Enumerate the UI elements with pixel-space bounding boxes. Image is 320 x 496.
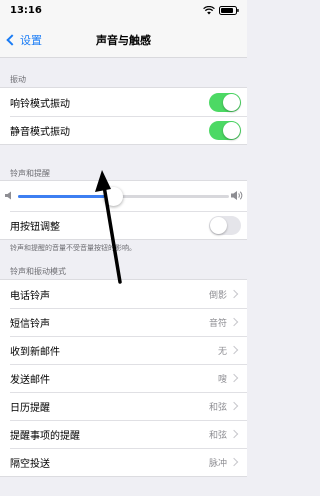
ring-vibrate-row: 响铃模式振动 xyxy=(0,88,247,116)
list-item-label: 短信铃声 xyxy=(10,318,50,330)
patterns-group: 电话铃声 倒影 短信铃声 音符 收到新邮件 无 发送邮件 嗖 日历提醒 和弦 提… xyxy=(0,279,247,477)
section-header-ringer: 铃声和提醒 xyxy=(10,169,50,178)
volume-high-icon xyxy=(231,191,243,200)
nav-bar: 设置 声音与触感 xyxy=(0,22,247,58)
vibration-group: 响铃模式振动 静音模式振动 xyxy=(0,87,247,145)
ringer-footnote: 铃声和提醒的音量不受音量按钮的影响。 xyxy=(10,244,136,252)
chevron-right-icon xyxy=(229,317,239,327)
silent-vibrate-row: 静音模式振动 xyxy=(0,116,247,144)
chevron-right-icon xyxy=(229,373,239,383)
volume-slider-fill xyxy=(18,195,113,198)
list-item-ringtone[interactable]: 电话铃声 倒影 xyxy=(0,280,247,308)
toggle-knob xyxy=(223,121,240,139)
list-item-value: 无 xyxy=(217,346,227,357)
list-item-value: 嗖 xyxy=(217,374,227,385)
chevron-right-icon xyxy=(229,289,239,299)
section-header-patterns: 铃声和振动模式 xyxy=(10,267,66,276)
change-with-buttons-toggle[interactable] xyxy=(209,215,241,235)
volume-low-icon xyxy=(5,191,11,200)
list-item-value: 倒影 xyxy=(208,290,227,301)
wifi-icon xyxy=(203,6,215,15)
list-item-label: 隔空投送 xyxy=(10,458,50,470)
chevron-right-icon xyxy=(229,457,239,467)
list-item-reminder-alerts[interactable]: 提醒事项的提醒 和弦 xyxy=(0,420,247,448)
list-item-text-tone[interactable]: 短信铃声 音符 xyxy=(0,308,247,336)
section-header-vibration: 振动 xyxy=(10,75,26,84)
list-item-value: 脉冲 xyxy=(208,458,227,469)
toggle-knob xyxy=(223,93,240,111)
status-time: 13:16 xyxy=(10,5,42,16)
volume-slider-thumb[interactable] xyxy=(103,187,123,206)
list-item-value: 和弦 xyxy=(208,430,227,441)
list-item-label: 日历提醒 xyxy=(10,402,50,414)
status-bar: 13:16 xyxy=(0,0,247,22)
ring-vibrate-label: 响铃模式振动 xyxy=(10,98,70,110)
silent-vibrate-toggle[interactable] xyxy=(209,120,241,140)
chevron-right-icon xyxy=(229,401,239,411)
volume-slider-row xyxy=(0,181,247,211)
chevron-right-icon xyxy=(229,345,239,355)
list-item-label: 提醒事项的提醒 xyxy=(10,430,80,442)
page-title: 声音与触感 xyxy=(96,34,151,47)
list-item-value: 和弦 xyxy=(208,402,227,413)
list-item-calendar-alerts[interactable]: 日历提醒 和弦 xyxy=(0,392,247,420)
list-item-airdrop[interactable]: 隔空投送 脉冲 xyxy=(0,448,247,476)
list-item-new-mail[interactable]: 收到新邮件 无 xyxy=(0,336,247,364)
toggle-knob xyxy=(210,216,227,234)
ringer-group: 用按钮调整 xyxy=(0,180,247,240)
list-item-label: 电话铃声 xyxy=(10,290,50,302)
list-item-sent-mail[interactable]: 发送邮件 嗖 xyxy=(0,364,247,392)
chevron-right-icon xyxy=(229,429,239,439)
battery-icon xyxy=(219,6,239,15)
list-item-label: 发送邮件 xyxy=(10,374,50,386)
volume-slider[interactable] xyxy=(18,187,229,206)
silent-vibrate-label: 静音模式振动 xyxy=(10,126,70,138)
ring-vibrate-toggle[interactable] xyxy=(209,92,241,112)
list-item-label: 收到新邮件 xyxy=(10,346,60,358)
change-with-buttons-row: 用按钮调整 xyxy=(0,211,247,239)
list-item-value: 音符 xyxy=(208,318,227,329)
change-with-buttons-label: 用按钮调整 xyxy=(10,221,60,233)
status-icons xyxy=(203,6,239,15)
